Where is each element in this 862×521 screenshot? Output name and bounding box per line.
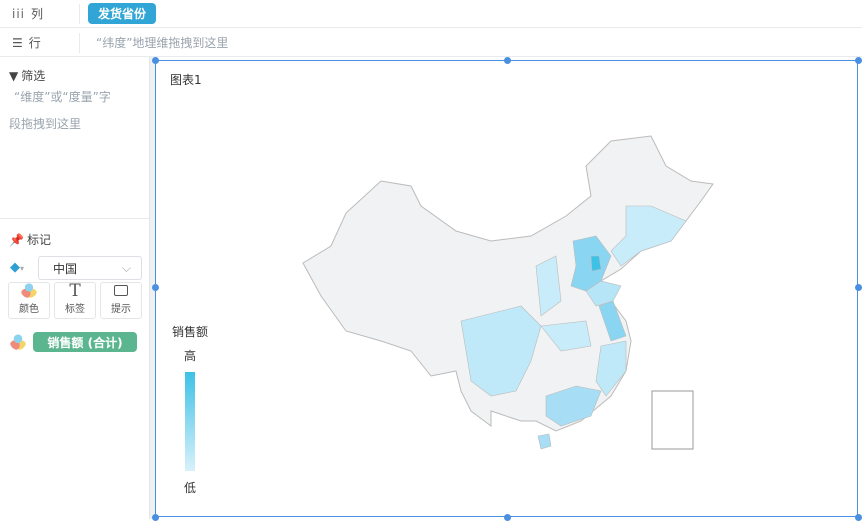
tooltip-button[interactable]: 提示 [100,282,142,319]
filter-hint-2: 段拖拽到这里 [9,117,82,131]
map-type-icon[interactable]: ◆▾ [10,260,24,275]
south-china-sea-inset [651,390,694,450]
text-icon: T [69,281,81,301]
province-beijing [590,255,602,272]
color-button[interactable]: 颜色 [8,282,50,319]
province-zhejiang-fujian [595,340,627,397]
pin-icon: 📌 [9,232,24,247]
resize-handle[interactable] [855,57,862,64]
resize-handle[interactable] [504,514,511,521]
columns-icon: iii [12,6,26,21]
columns-shelf: iii 列 发货省份 [0,0,862,28]
rows-drop-hint[interactable]: “纬度”地理维拖拽到这里 [96,34,228,51]
color-label: 颜色 [19,304,39,315]
china-map [185,135,714,471]
label-button[interactable]: T 标签 [54,282,96,319]
legend-low: 低 [184,481,197,495]
map-region-value: 中国 [53,261,78,276]
legend-gradient-bar [185,372,195,471]
resize-handle[interactable] [504,57,511,64]
rows-label: 行 [28,36,41,50]
color-field-icon [10,334,26,350]
rows-shelf: ☰ 行 “纬度”地理维拖拽到这里 [0,29,862,57]
province-hainan [537,433,552,450]
color-icon [21,283,37,298]
legend-title: 销售额 [172,325,209,339]
left-panel: ▼ 筛选 “维度”或“度量”字 段拖拽到这里 📌 标记 ◆▾ 中国 ⌵ 颜色 T 标签 … [0,57,150,519]
legend-high: 高 [184,349,197,363]
map-region-select[interactable]: 中国 ⌵ [38,256,142,280]
marks-title: 标记 [26,233,51,247]
columns-label: 列 [31,7,44,21]
resize-handle[interactable] [152,514,159,521]
rows-icon: ☰ [12,35,23,50]
filter-title: 筛选 [21,69,46,83]
resize-handle[interactable] [855,514,862,521]
resize-handle[interactable] [152,57,159,64]
resize-handle[interactable] [152,284,159,291]
sales-sum-pill[interactable]: 销售额 (合计) [33,332,137,352]
filter-hint: “维度”或“度量”字 [14,90,111,104]
field-pill-ship-province[interactable]: 发货省份 [88,3,157,24]
resize-handle[interactable] [855,284,862,291]
filter-section[interactable]: ▼ 筛选 “维度”或“度量”字 段拖拽到这里 [0,57,149,219]
speech-bubble-icon [114,285,128,296]
tooltip-label: 提示 [111,304,131,315]
label-label: 标签 [65,304,85,315]
chevron-down-icon: ⌵ [121,260,131,275]
filter-icon: ▼ [9,68,19,83]
marks-header: 📌 标记 [0,231,51,248]
chart-container[interactable]: 图表1 销售额 高 低 [155,60,858,517]
